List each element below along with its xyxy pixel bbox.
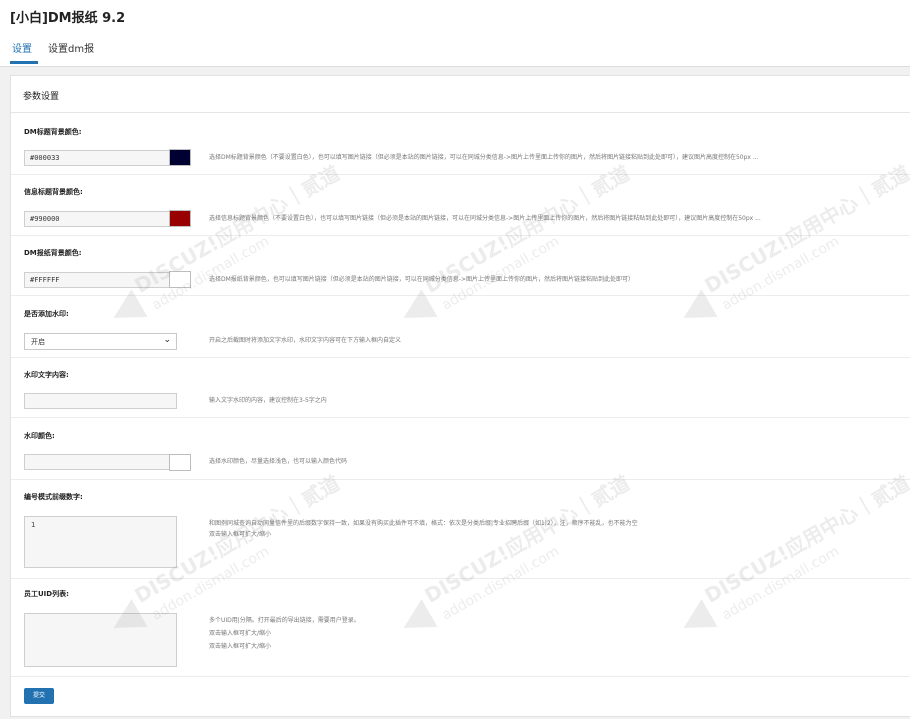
watermark-color-label: 水印颜色: bbox=[24, 432, 55, 440]
number-mode-desc-2: 双击输入框可扩大/缩小 bbox=[209, 531, 272, 538]
tab-settings[interactable]: 设置 bbox=[12, 40, 32, 55]
staff-uid-desc-3: 双击输入框可扩大/缩小 bbox=[209, 643, 272, 650]
info-title-bg-input[interactable]: #990000 bbox=[24, 211, 174, 227]
dm-paper-bg-label: DM报纸背景颜色: bbox=[24, 249, 82, 257]
panel-header: 参数设置 bbox=[11, 76, 910, 113]
add-watermark-select[interactable]: 开启 ⌄ bbox=[24, 333, 177, 350]
watermark-text-input[interactable] bbox=[24, 393, 177, 409]
settings-panel: 参数设置 DM标题背景颜色: #000033 选择DM标题背景颜色（不要设置白色… bbox=[10, 75, 910, 717]
staff-uid-desc-2: 双击输入框可扩大/缩小 bbox=[209, 630, 272, 637]
info-title-bg-label: 信息标题背景颜色: bbox=[24, 188, 83, 196]
divider bbox=[11, 235, 910, 236]
dm-paper-bg-input[interactable]: #FFFFFF bbox=[24, 272, 174, 288]
divider bbox=[11, 174, 910, 175]
dm-title-bg-input[interactable]: #000033 bbox=[24, 150, 174, 166]
add-watermark-selected: 开启 bbox=[31, 338, 45, 346]
info-title-bg-swatch[interactable] bbox=[169, 210, 191, 227]
page-title: [小白]DM报纸 9.2 bbox=[10, 11, 126, 26]
dm-title-bg-label: DM标题背景颜色: bbox=[24, 128, 82, 136]
number-mode-desc: 和图例同城查询自动同量信件里的后缀数字保持一致，如果没有购买此插件可不填，格式：… bbox=[209, 520, 638, 527]
info-title-bg-desc: 选择信息标题背景颜色（不要设置白色），也可以填写图片链接（但必须是本站的图片链接… bbox=[209, 215, 761, 222]
add-watermark-label: 是否添加水印: bbox=[24, 310, 69, 318]
staff-uid-desc: 多个UID用|分隔。打开最后的导出链接，需要用户登录。 bbox=[209, 617, 360, 624]
dm-title-bg-desc: 选择DM标题背景颜色（不要设置白色），也可以填写图片链接（但必须是本站的图片链接… bbox=[209, 154, 759, 161]
watermark-color-swatch[interactable] bbox=[169, 454, 191, 471]
chevron-down-icon: ⌄ bbox=[163, 335, 171, 345]
number-mode-textarea[interactable]: 1 bbox=[24, 516, 177, 568]
staff-uid-textarea[interactable] bbox=[24, 613, 177, 667]
divider bbox=[11, 676, 910, 677]
add-watermark-desc: 开启之后截图时将添加文字水印，水印文字内容可在下方输入框内自定义 bbox=[209, 337, 402, 344]
staff-uid-label: 员工UID列表: bbox=[24, 590, 69, 598]
divider bbox=[11, 578, 910, 579]
active-tab-indicator bbox=[10, 61, 38, 64]
dm-paper-bg-swatch[interactable] bbox=[169, 271, 191, 288]
divider bbox=[11, 295, 910, 296]
watermark-color-desc: 选择水印颜色，尽量选择浅色，也可以输入颜色代码 bbox=[209, 458, 348, 465]
top-header: [小白]DM报纸 9.2 设置 设置dm报 bbox=[0, 0, 910, 67]
panel-title: 参数设置 bbox=[23, 92, 60, 102]
watermark-text-label: 水印文字内容: bbox=[24, 371, 69, 379]
watermark-color-input[interactable] bbox=[24, 454, 174, 470]
dm-paper-bg-desc: 选择DM报纸背景颜色，也可以填写图片链接（但必须是本站的图片链接，可以在同城分类… bbox=[209, 276, 634, 283]
tab-settings-dm[interactable]: 设置dm报 bbox=[48, 40, 94, 55]
divider bbox=[11, 357, 910, 358]
divider bbox=[11, 417, 910, 418]
dm-title-bg-swatch[interactable] bbox=[169, 149, 191, 166]
submit-button[interactable]: 提交 bbox=[24, 688, 54, 704]
watermark-text-desc: 输入文字水印的内容，建议控制在3-5字之内 bbox=[209, 397, 327, 404]
number-mode-label: 编号模式前缀数字: bbox=[24, 493, 83, 501]
divider bbox=[11, 479, 910, 480]
